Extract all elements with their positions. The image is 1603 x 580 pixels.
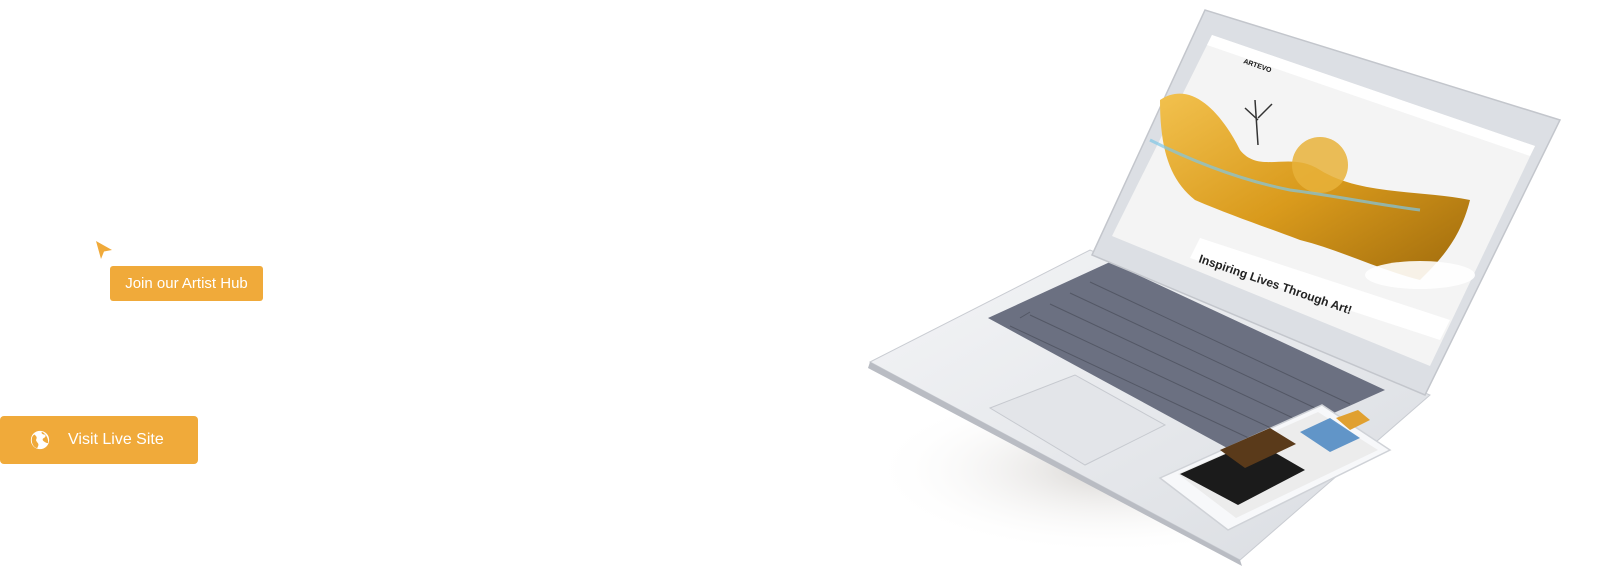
laptop-mockup-illustration: Inspiring Lives Through Art! ARTEVO [868, 9, 1562, 566]
visit-live-site-label: Visit Live Site [68, 431, 164, 448]
cursor-icon [96, 241, 112, 259]
join-artist-hub-button[interactable]: Join our Artist Hub [110, 266, 263, 301]
device-mockup: Inspiring Lives Through Art! ARTEVO [860, 0, 1603, 580]
visit-live-site-button[interactable]: Visit Live Site [0, 416, 198, 464]
globe-icon [30, 430, 50, 450]
